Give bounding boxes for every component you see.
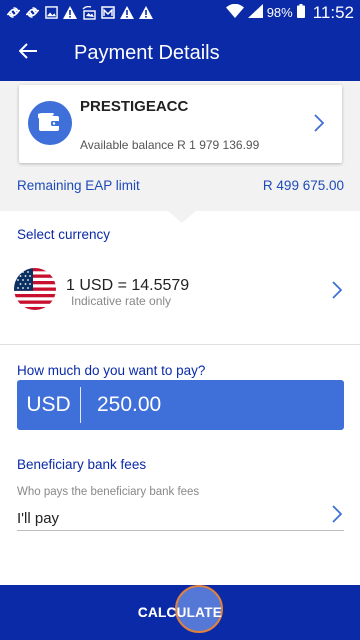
- signal-icon: [247, 3, 263, 22]
- account-card[interactable]: PRESTIGEACC Available balance R 1 979 13…: [19, 85, 342, 163]
- notification-icons: [6, 5, 153, 20]
- eap-limit-value: R 499 675.00: [262, 178, 344, 193]
- chevron-right-icon[interactable]: [332, 505, 343, 528]
- fees-underline: [17, 530, 344, 531]
- chevron-right-icon: [314, 114, 325, 137]
- amount-value: 250.00: [97, 393, 162, 416]
- app-bar: Payment Details: [0, 25, 360, 81]
- back-button[interactable]: [0, 25, 56, 81]
- eap-limit-label: Remaining EAP limit: [17, 178, 140, 193]
- exchange-rate: 1 USD = 14.5579: [66, 277, 190, 294]
- warning-icon: [63, 6, 77, 20]
- amount-input[interactable]: USD 250.00: [17, 380, 344, 430]
- available-balance: Available balance R 1 979 136.99: [80, 138, 260, 152]
- touch-ripple: [175, 585, 223, 633]
- battery-percent: 98%: [266, 5, 293, 20]
- system-indicators: 98% 11:52: [225, 2, 354, 23]
- wifi-image-icon: [82, 5, 96, 20]
- clock: 11:52: [312, 2, 354, 22]
- us-flag-icon: [14, 268, 56, 310]
- chevron-right-icon: [332, 281, 343, 304]
- beneficiary-fees-hint: Who pays the beneficiary bank fees: [17, 486, 200, 498]
- divider: [0, 344, 360, 345]
- rate-note: Indicative rate only: [71, 294, 172, 308]
- account-name: PRESTIGEACC: [80, 98, 189, 115]
- warning-icon: [139, 6, 153, 20]
- currency-selector[interactable]: 1 USD = 14.5579 Indicative rate only: [0, 262, 360, 318]
- wifi-icon: [225, 3, 244, 22]
- mail-icon: [101, 6, 115, 20]
- select-currency-label: Select currency: [17, 227, 111, 242]
- battery-icon: [296, 3, 305, 22]
- back-arrow-icon: [18, 42, 37, 64]
- amount-label: How much do you want to pay?: [17, 363, 206, 378]
- beneficiary-fees-select[interactable]: I'll pay: [17, 510, 59, 527]
- sync-icon: [6, 6, 20, 20]
- status-bar: 98% 11:52: [0, 0, 360, 25]
- beneficiary-fees-label: Beneficiary bank fees: [17, 457, 147, 472]
- page-title: Payment Details: [74, 41, 220, 64]
- section-notch: [168, 211, 196, 223]
- wallet-icon: [28, 101, 72, 145]
- amount-separator: [80, 387, 81, 423]
- amount-currency-code: USD: [26, 393, 71, 416]
- warning-icon: [120, 6, 134, 20]
- sync-icon: [25, 6, 39, 20]
- image-icon: [44, 6, 58, 20]
